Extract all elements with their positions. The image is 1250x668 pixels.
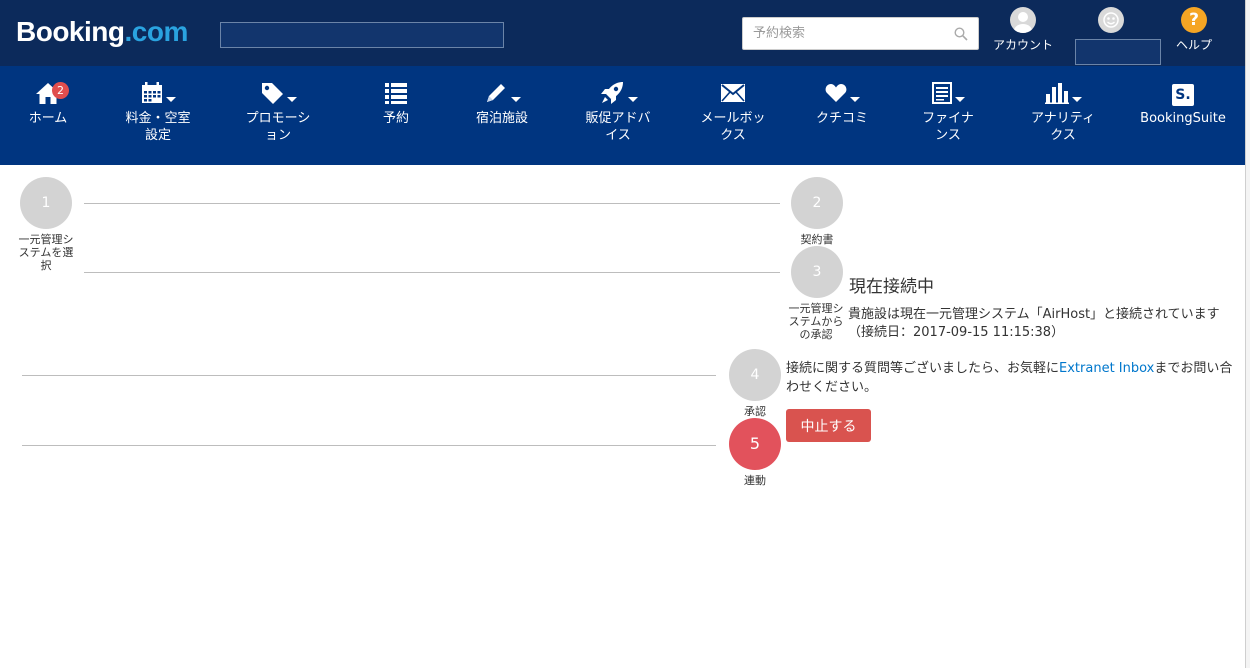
envelope-icon <box>721 83 745 107</box>
nav-home-label: ホーム <box>28 111 68 126</box>
nav-analytics-label: アナリティ クス <box>1031 111 1095 143</box>
nav-property-label: 宿泊施設 <box>475 111 528 126</box>
nav-reservations[interactable]: 予約 <box>346 80 446 127</box>
extranet-inbox-link[interactable]: Extranet Inbox <box>1059 361 1154 376</box>
step-2-label: 契約書 <box>800 233 834 246</box>
nav-home[interactable]: 2 ホーム <box>0 80 98 127</box>
step-5-label: 連動 <box>744 474 766 487</box>
stop-connection-button[interactable]: 中止する <box>786 409 871 442</box>
chevron-down-icon <box>849 96 860 102</box>
step-connector <box>22 445 716 446</box>
nav-opportunities-label: 販促アドバ イス <box>585 111 651 143</box>
nav-rates-availability[interactable]: 料金・空室 設定 <box>108 80 208 144</box>
help-icon: ? <box>1181 7 1207 33</box>
reservation-search-input[interactable] <box>743 18 953 49</box>
nav-inbox-label: メールボッ クス <box>700 111 766 143</box>
nav-reviews[interactable]: クチコミ <box>792 80 892 127</box>
nav-bookingsuite[interactable]: S. BookingSuite <box>1133 80 1233 127</box>
help-label: ヘルプ <box>1176 38 1213 52</box>
property-name-box <box>220 22 504 48</box>
contact-info-text: 接続に関する質問等ございましたら、お気軽にExtranet Inboxまでお問い… <box>786 361 1233 395</box>
search-icon[interactable] <box>954 26 968 45</box>
help-menu[interactable]: ? ヘルプ <box>1176 7 1212 53</box>
nav-promotions-label: プロモーシ ョン <box>245 111 311 143</box>
heart-icon <box>825 83 847 108</box>
booking-logo[interactable]: Booking.com <box>16 16 188 48</box>
chevron-down-icon <box>286 96 297 102</box>
nav-property[interactable]: 宿泊施設 <box>452 80 552 127</box>
notification-badge: 2 <box>52 82 69 99</box>
step-5-circle-active: 5 <box>729 418 781 470</box>
nav-analytics[interactable]: アナリティ クス <box>1013 80 1113 144</box>
calendar-icon <box>141 81 163 109</box>
user-avatar-icon <box>1010 7 1036 33</box>
nav-finance[interactable]: ファイナ ンス <box>898 80 998 144</box>
genius-icon <box>1098 7 1124 33</box>
chevron-down-icon <box>954 96 965 102</box>
account-name-box <box>1075 39 1161 65</box>
step-3-circle: 3 <box>791 246 843 298</box>
step-4-label: 承認 <box>744 405 766 418</box>
window-edge <box>1245 0 1250 668</box>
account-label: アカウント <box>993 38 1054 52</box>
main-nav: 2 ホーム 料金・空室 設定 プロモーシ ョン 予約 宿泊施設 販促アドバ イス… <box>0 66 1245 165</box>
document-icon <box>931 81 952 109</box>
chevron-down-icon <box>510 96 521 102</box>
step-4-circle: 4 <box>729 349 781 401</box>
nav-inbox[interactable]: メールボッ クス <box>683 80 783 144</box>
connection-status-title: 現在接続中 <box>849 277 934 297</box>
bookingsuite-logo-icon: S. <box>1172 84 1194 106</box>
nav-reviews-label: クチコミ <box>815 111 868 126</box>
nav-opportunities[interactable]: 販促アドバ イス <box>568 80 668 144</box>
step-1-label: 一元管理シ ステムを選 択 <box>18 233 74 272</box>
list-icon <box>385 82 407 109</box>
nav-rates-label: 料金・空室 設定 <box>125 111 191 143</box>
connection-status-text: 貴施設は現在一元管理システム「AirHost」と接続されています（接続日：201… <box>848 307 1220 340</box>
chevron-down-icon <box>165 96 176 102</box>
bar-chart-icon <box>1044 82 1069 109</box>
step-1-circle: 1 <box>20 177 72 229</box>
step-connector <box>84 203 780 204</box>
rocket-icon <box>599 80 625 111</box>
chevron-down-icon <box>1071 96 1082 102</box>
pencil-icon <box>484 81 508 110</box>
nav-finance-label: ファイナ ンス <box>922 111 974 143</box>
nav-reservations-label: 予約 <box>382 111 409 126</box>
genius-menu[interactable] <box>1098 7 1124 33</box>
step-2-circle: 2 <box>791 177 843 229</box>
nav-bookingsuite-label: BookingSuite <box>1140 111 1226 126</box>
account-menu[interactable]: アカウント <box>993 7 1053 53</box>
tag-icon <box>260 81 284 110</box>
nav-promotions[interactable]: プロモーシ ョン <box>228 80 328 144</box>
top-header: Booking.com アカウント ? ヘルプ <box>0 0 1250 66</box>
step-connector <box>22 375 716 376</box>
step-3-label: 一元管理シ ステムから の承認 <box>788 302 844 341</box>
chevron-down-icon <box>627 96 638 102</box>
reservation-search <box>742 17 979 50</box>
step-connector <box>84 272 780 273</box>
